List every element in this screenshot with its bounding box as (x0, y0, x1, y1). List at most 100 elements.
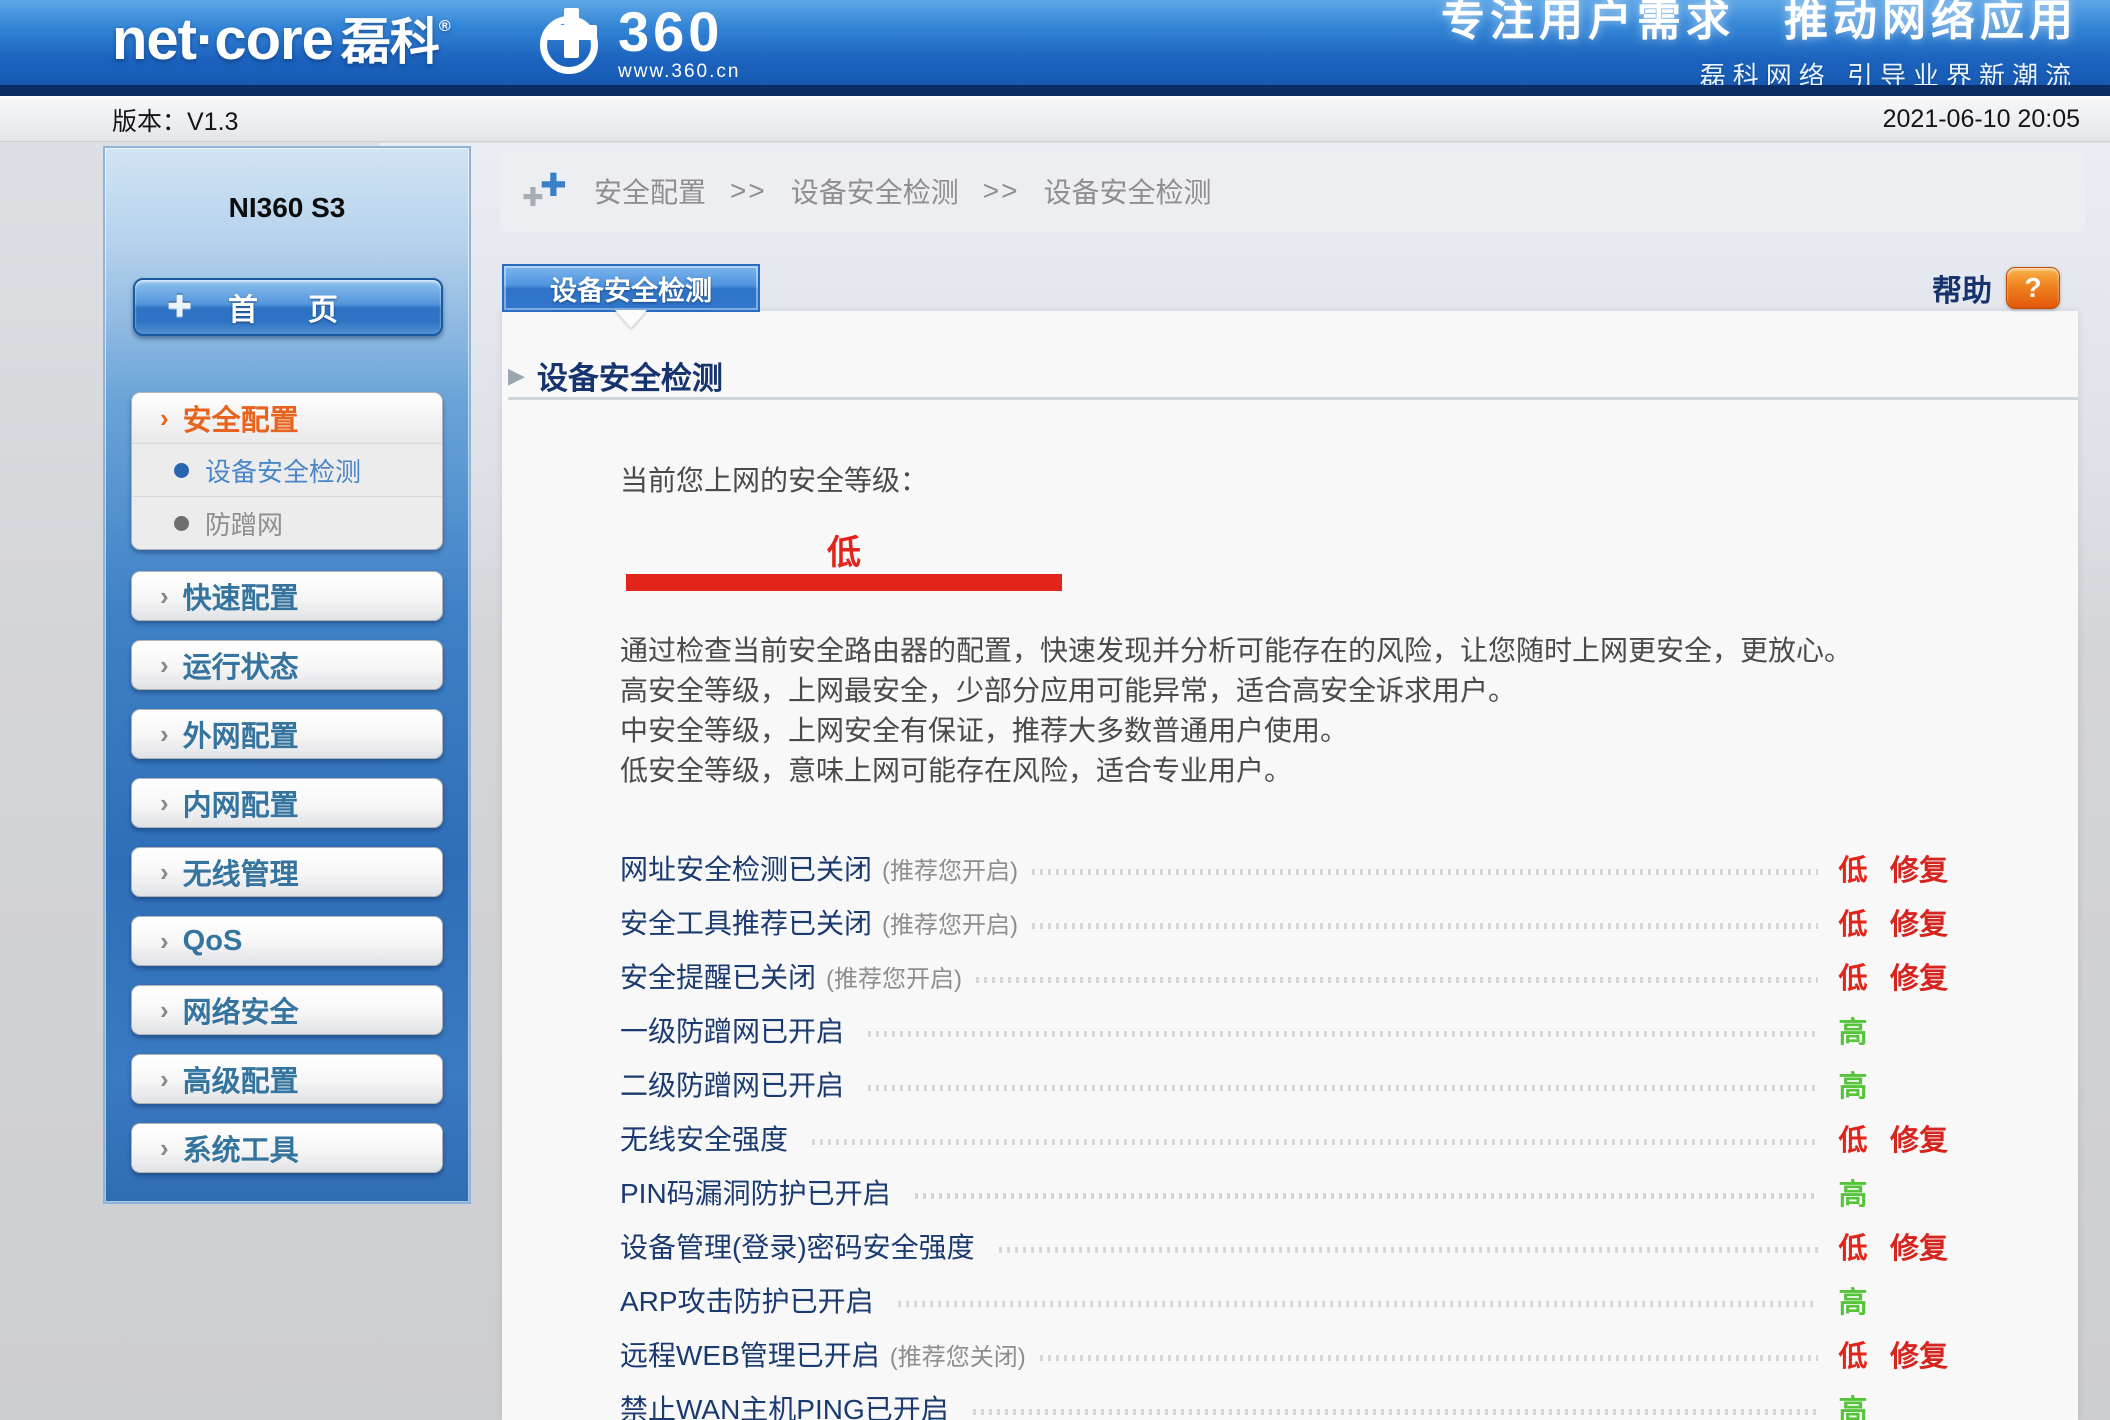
breadcrumb-separator: >> (730, 175, 767, 207)
chevron-right-icon: › (160, 405, 169, 431)
sidebar-item-label: 网络安全 (183, 989, 299, 1031)
section-header: ▶ 设备安全检测 (508, 353, 723, 398)
header-slogan: 专注用户需求 推动网络应用 磊科网络 引导业界新潮流 (1441, 0, 2078, 93)
breadcrumb-separator: >> (983, 175, 1020, 207)
sidebar-item-label: 外网配置 (183, 713, 299, 755)
check-label: ARP攻击防护已开启 (620, 1280, 874, 1320)
dotted-leader (999, 1247, 1818, 1253)
sidebar-item-label: 系统工具 (183, 1127, 299, 1169)
sidebar: NI360 S3 ✚ 首 页 › 安全配置 设备安全检测 防蹭网 › 快速配置 ›… (103, 146, 471, 1204)
breadcrumb-part: 设备安全检测 (791, 171, 959, 211)
fix-button[interactable]: 修复 (1890, 847, 1966, 889)
sidebar-item-network-security[interactable]: › 网络安全 (131, 985, 443, 1035)
sidebar-item-lan-config[interactable]: ›内网配置 (131, 778, 443, 828)
sidebar-item-device-security-check[interactable]: 设备安全检测 (132, 443, 442, 496)
firmware-version: 版本：V1.3 (112, 102, 238, 138)
content-panel: ▶ 设备安全检测 当前您上网的安全等级： 低 通过检查当前安全路由器的配置，快速… (502, 311, 2078, 1420)
security-check-list: 网址安全检测已关闭 (推荐您开启) 低 修复 安全工具推荐已关闭 (推荐您开启)… (620, 841, 1966, 1420)
description-line: 通过检查当前安全路由器的配置，快速发现并分析可能存在的风险，让您随时上网更安全，… (620, 631, 1852, 671)
chevron-right-icon: › (160, 859, 169, 885)
security-level-bar (626, 574, 1062, 591)
sidebar-item-label: 快速配置 (183, 575, 299, 617)
rating-badge: 低 (1832, 1117, 1874, 1159)
info-bar: 版本：V1.3 2021-06-10 20:05 (0, 96, 2110, 142)
rating-badge: 高 (1832, 1171, 1874, 1213)
help-link[interactable]: 帮助 (1932, 266, 1992, 310)
check-note: (推荐您关闭) (890, 1337, 1026, 1372)
sidebar-item-label: 无线管理 (183, 851, 299, 893)
sidebar-item-qos[interactable]: ›QoS (131, 916, 443, 966)
chevron-right-icon: › (160, 721, 169, 747)
check-row: 无线安全强度 低 修复 (620, 1111, 1966, 1165)
plus-icon: ✚ (540, 166, 567, 204)
sidebar-item-quick-config[interactable]: › 快速配置 (131, 571, 443, 621)
slogan-main: 专注用户需求 推动网络应用 (1441, 0, 2078, 48)
rating-badge: 高 (1832, 1387, 1874, 1420)
check-note: (推荐您开启) (882, 851, 1018, 886)
chevron-right-icon: › (160, 790, 169, 816)
chevron-right-icon: › (160, 1066, 169, 1092)
rating-badge: 高 (1832, 1009, 1874, 1051)
datetime: 2021-06-10 20:05 (1883, 105, 2080, 134)
breadcrumb-part: 安全配置 (594, 171, 706, 211)
sidebar-item-label: 高级配置 (183, 1058, 299, 1100)
sidebar-item-label: 运行状态 (183, 644, 299, 686)
check-row: PIN码漏洞防护已开启 高 (620, 1165, 1966, 1219)
rating-badge: 高 (1832, 1279, 1874, 1321)
rating-badge: 高 (1832, 1063, 1874, 1105)
sidebar-group-label: 安全配置 (183, 397, 299, 439)
tab-device-security-check[interactable]: 设备安全检测 (502, 264, 760, 312)
sidebar-item-advanced-config[interactable]: › 高级配置 (131, 1054, 443, 1104)
fix-button[interactable]: 修复 (1890, 901, 1966, 943)
dotted-leader (973, 1409, 1818, 1415)
home-button-label: 首 页 (228, 285, 348, 329)
check-row: 远程WEB管理已开启 (推荐您关闭) 低 修复 (620, 1327, 1966, 1381)
360-url: www.360.cn (618, 62, 740, 81)
dotted-leader (898, 1301, 1818, 1307)
fix-button[interactable]: 修复 (1890, 1333, 1966, 1375)
check-row: 一级防蹭网已开启 高 (620, 1003, 1966, 1057)
brand-en: net·core (112, 7, 333, 72)
check-label: 禁止WAN主机PING已开启 (620, 1388, 949, 1420)
sidebar-item-system-tools[interactable]: › 系统工具 (131, 1123, 443, 1173)
fix-button[interactable]: 修复 (1890, 1225, 1966, 1267)
fix-button[interactable]: 修复 (1890, 955, 1966, 997)
help-question-icon[interactable]: ? (2006, 267, 2060, 309)
sidebar-item-anti-freeloading[interactable]: 防蹭网 (132, 496, 442, 549)
plus-icon: ✚ (167, 290, 192, 325)
chevron-right-icon: › (160, 997, 169, 1023)
sidebar-item-wireless-management[interactable]: › 无线管理 (131, 847, 443, 897)
rating-badge: 低 (1832, 1333, 1874, 1375)
brand-cn: 磊科 (341, 14, 439, 70)
sidebar-item-security-config[interactable]: › 安全配置 (132, 393, 442, 443)
dotted-leader (915, 1193, 1818, 1199)
home-button[interactable]: ✚ 首 页 (133, 278, 443, 336)
sidebar-item-label: QoS (183, 925, 243, 958)
check-label: 设备管理(登录)密码安全强度 (620, 1226, 975, 1266)
plus-circle-icon (536, 8, 606, 78)
check-label: 远程WEB管理已开启 (620, 1334, 880, 1374)
sidebar-item-running-status[interactable]: › 运行状态 (131, 640, 443, 690)
description-line: 低安全等级，意味上网可能存在风险，适合专业用户。 (620, 751, 1852, 791)
dotted-leader (868, 1031, 1818, 1037)
bullet-icon (174, 516, 189, 531)
check-row: ARP攻击防护已开启 高 (620, 1273, 1966, 1327)
chevron-right-icon: › (160, 652, 169, 678)
registered-mark: ® (439, 18, 450, 35)
router-admin-screen: net·core磊科® 360 www.360.cn 专注用户需求 推动网络应用… (0, 0, 2110, 1420)
chevron-right-icon: › (160, 1135, 169, 1161)
check-row: 网址安全检测已关闭 (推荐您开启) 低 修复 (620, 841, 1966, 895)
check-row: 设备管理(登录)密码安全强度 低 修复 (620, 1219, 1966, 1273)
dotted-leader (812, 1139, 1818, 1145)
dotted-leader (1032, 923, 1818, 929)
sidebar-item-wan-config[interactable]: › 外网配置 (131, 709, 443, 759)
fix-button[interactable]: 修复 (1890, 1117, 1966, 1159)
device-model: NI360 S3 (105, 192, 469, 224)
chevron-right-icon: › (160, 583, 169, 609)
dotted-leader (868, 1085, 1818, 1091)
check-label: PIN码漏洞防护已开启 (620, 1172, 891, 1212)
bullet-icon (174, 463, 189, 478)
360-logo: 360 www.360.cn (536, 4, 740, 81)
security-level-value: 低 (626, 525, 1062, 574)
triangle-right-icon: ▶ (508, 363, 525, 389)
